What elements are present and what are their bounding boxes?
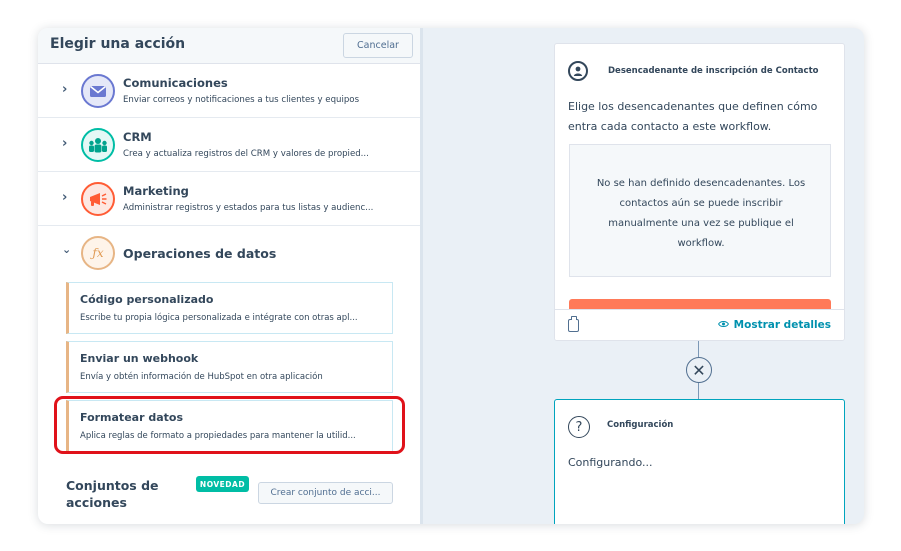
- action-sets-title: Conjuntos de acciones: [66, 478, 159, 510]
- close-icon: ✕: [692, 360, 706, 380]
- action-send-webhook[interactable]: Enviar un webhook Envía y obtén informac…: [66, 341, 393, 393]
- category-communications[interactable]: › Comunicaciones Enviar correos y notifi…: [38, 64, 420, 118]
- show-details-label: Mostrar detalles: [733, 319, 831, 331]
- show-details-link[interactable]: Mostrar detalles: [717, 319, 831, 331]
- people-icon: [81, 128, 115, 162]
- panel-divider: [420, 28, 423, 524]
- action-panel: Elegir una acción Cancelar › Comunicacio…: [38, 28, 420, 524]
- highlight-outline: [54, 396, 405, 454]
- configuration-status: Configurando...: [568, 456, 653, 469]
- configuration-title: Configuración: [607, 420, 674, 430]
- connector-line: [698, 341, 699, 357]
- configuration-card[interactable]: ? Configuración Configurando...: [554, 399, 845, 524]
- empty-triggers-text: No se han definido desencadenantes. Los …: [596, 178, 806, 249]
- action-title: Código personalizado: [80, 293, 214, 306]
- empty-triggers-box: No se han definido desencadenantes. Los …: [569, 144, 831, 277]
- action-description: Envía y obtén información de HubSpot en …: [80, 372, 323, 382]
- clipboard-icon[interactable]: [568, 316, 579, 332]
- connector-line: [698, 383, 699, 399]
- category-data-operations[interactable]: ⌄ ƒx Operaciones de datos: [38, 226, 420, 282]
- chevron-right-icon: ›: [62, 190, 68, 205]
- trigger-title: Desencadenante de inscripción de Contact…: [608, 66, 819, 76]
- chevron-down-icon: ⌄: [62, 243, 72, 256]
- category-title: Marketing: [123, 184, 189, 198]
- new-badge: NOVEDAD: [196, 476, 249, 492]
- enrollment-trigger-card[interactable]: Desencadenante de inscripción de Contact…: [554, 43, 845, 341]
- question-icon: ?: [568, 416, 590, 438]
- trigger-footer: Mostrar detalles: [555, 309, 844, 340]
- category-marketing[interactable]: › Marketing Administrar registros y esta…: [38, 172, 420, 226]
- category-title: Comunicaciones: [123, 76, 228, 90]
- chevron-right-icon: ›: [62, 136, 68, 151]
- action-title: Enviar un webhook: [80, 352, 199, 365]
- remove-action-button[interactable]: ✕: [686, 357, 712, 383]
- action-panel-header: Elegir una acción Cancelar: [38, 28, 420, 64]
- category-description: Administrar registros y estados para tus…: [123, 203, 374, 213]
- category-crm[interactable]: › CRM Crea y actualiza registros del CRM…: [38, 118, 420, 172]
- megaphone-icon: [81, 182, 115, 216]
- category-title: CRM: [123, 130, 152, 144]
- function-icon: ƒx: [81, 236, 115, 270]
- eye-icon: [717, 319, 729, 331]
- category-description: Enviar correos y notificaciones a tus cl…: [123, 95, 360, 105]
- action-custom-code[interactable]: Código personalizado Escribe tu propia l…: [66, 282, 393, 334]
- contact-icon: [568, 61, 588, 81]
- category-description: Crea y actualiza registros del CRM y val…: [123, 149, 369, 159]
- trigger-description: Elige los desencadenantes que definen có…: [568, 100, 818, 133]
- panel-title: Elegir una acción: [50, 36, 186, 52]
- envelope-icon: [81, 74, 115, 108]
- workflow-editor: Elegir una acción Cancelar › Comunicacio…: [38, 28, 864, 524]
- create-action-set-button[interactable]: Crear conjunto de acci...: [258, 482, 393, 504]
- chevron-right-icon: ›: [62, 82, 68, 97]
- action-description: Escribe tu propia lógica personalizada e…: [80, 313, 358, 323]
- cancel-button[interactable]: Cancelar: [343, 33, 413, 58]
- category-title: Operaciones de datos: [123, 246, 277, 261]
